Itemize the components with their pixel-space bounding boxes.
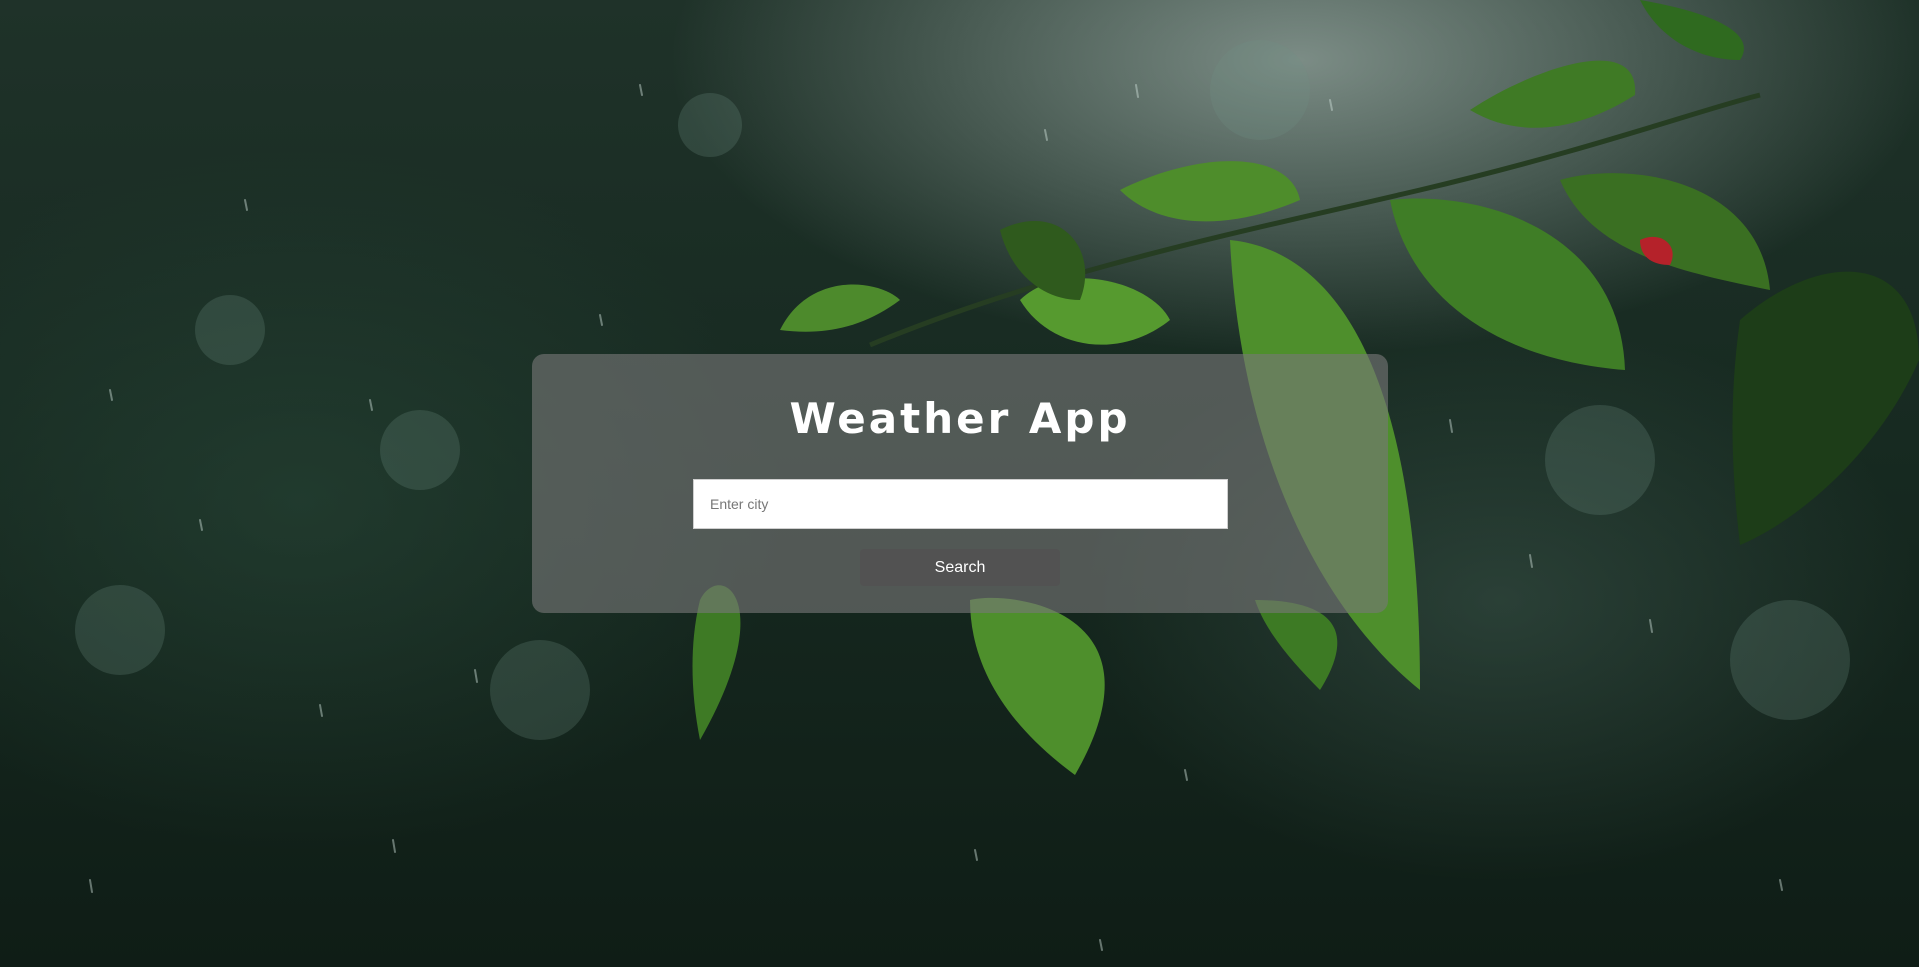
app-title: Weather App (789, 394, 1131, 443)
city-search-input[interactable] (693, 479, 1228, 529)
search-button[interactable]: Search (860, 549, 1060, 586)
weather-search-card: Weather App Search (532, 354, 1388, 613)
